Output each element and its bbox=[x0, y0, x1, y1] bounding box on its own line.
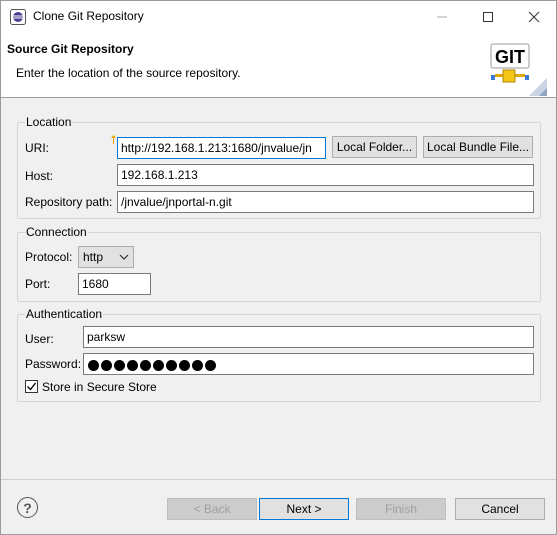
finish-button[interactable]: Finish bbox=[356, 498, 446, 520]
eclipse-app-icon bbox=[10, 9, 26, 25]
port-label: Port: bbox=[25, 277, 51, 291]
password-dot bbox=[153, 360, 164, 371]
git-logo-text: GIT bbox=[495, 47, 525, 67]
store-secure-checkbox[interactable] bbox=[25, 380, 38, 393]
maximize-icon bbox=[483, 11, 493, 22]
protocol-select[interactable]: http bbox=[78, 246, 134, 268]
page-description: Enter the location of the source reposit… bbox=[16, 66, 241, 80]
password-dot bbox=[114, 360, 125, 371]
host-label: Host: bbox=[25, 169, 54, 183]
protocol-label: Protocol: bbox=[25, 250, 73, 264]
location-group-title: Location bbox=[25, 115, 73, 129]
close-button[interactable] bbox=[511, 1, 557, 32]
authentication-group-title: Authentication bbox=[25, 307, 104, 321]
password-dot bbox=[127, 360, 138, 371]
repository-path-input[interactable]: /jnvalue/jnportal-n.git bbox=[117, 191, 534, 213]
password-dot bbox=[140, 360, 151, 371]
minimize-icon bbox=[437, 16, 447, 17]
host-input[interactable]: 192.168.1.213 bbox=[117, 164, 534, 186]
port-input[interactable]: 1680 bbox=[78, 273, 151, 295]
uri-label: URI: bbox=[25, 141, 49, 155]
help-icon: ? bbox=[23, 499, 32, 516]
password-mask bbox=[88, 360, 216, 371]
checkmark-icon bbox=[27, 382, 37, 391]
connection-group-title: Connection bbox=[25, 225, 88, 239]
git-logo-icon: GIT bbox=[490, 43, 547, 96]
password-dot bbox=[88, 360, 99, 371]
next-button[interactable]: Next > bbox=[259, 498, 349, 520]
chevron-down-icon bbox=[119, 254, 129, 260]
protocol-value: http bbox=[83, 250, 104, 264]
window-title: Clone Git Repository bbox=[33, 9, 144, 23]
uri-input[interactable]: http://192.168.1.213:1680/jnvalue/jn bbox=[117, 137, 326, 159]
password-dot bbox=[205, 360, 216, 371]
repository-path-label: Repository path: bbox=[25, 195, 113, 209]
maximize-button[interactable] bbox=[465, 1, 511, 32]
user-label: User: bbox=[25, 332, 54, 346]
cancel-button[interactable]: Cancel bbox=[455, 498, 545, 520]
back-button[interactable]: < Back bbox=[167, 498, 257, 520]
password-dot bbox=[179, 360, 190, 371]
password-dot bbox=[101, 360, 112, 371]
footer-separator bbox=[1, 479, 556, 480]
minimize-button[interactable] bbox=[419, 1, 465, 32]
local-bundle-file-button[interactable]: Local Bundle File... bbox=[423, 136, 533, 158]
help-button[interactable]: ? bbox=[17, 497, 38, 518]
local-folder-button[interactable]: Local Folder... bbox=[332, 136, 417, 158]
password-dot bbox=[192, 360, 203, 371]
password-input[interactable] bbox=[83, 353, 534, 375]
clone-git-dialog: Clone Git Repository Source Git Reposito… bbox=[0, 0, 557, 535]
password-dot bbox=[166, 360, 177, 371]
page-title: Source Git Repository bbox=[7, 42, 134, 56]
password-label: Password: bbox=[25, 357, 82, 371]
wizard-header: Source Git Repository Enter the location… bbox=[1, 32, 556, 98]
title-bar: Clone Git Repository bbox=[1, 1, 556, 32]
close-icon bbox=[528, 11, 540, 22]
store-secure-label: Store in Secure Store bbox=[42, 380, 157, 394]
content-assist-icon bbox=[111, 135, 116, 144]
user-input[interactable]: parksw bbox=[83, 326, 534, 348]
